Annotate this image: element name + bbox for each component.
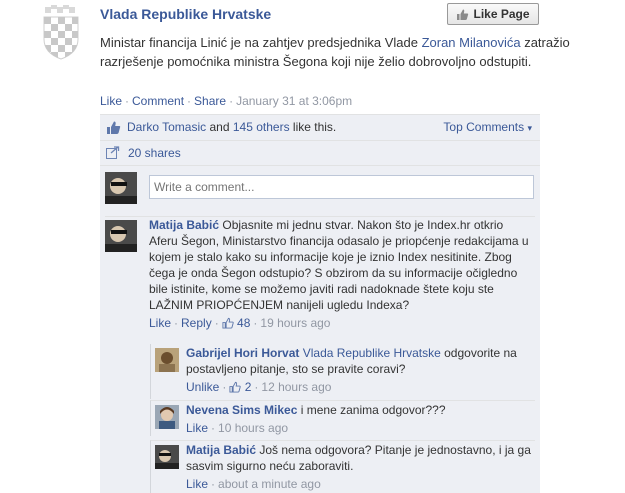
- post-text-part: Ministar financija Linić je na zahtjev p…: [100, 35, 422, 50]
- comment-meta: Like · about a minute ago: [186, 477, 321, 491]
- reply-item: Nevena Sims Mikec i mene zanima odgovor?…: [150, 400, 535, 436]
- shares-count: 20 shares: [128, 145, 181, 160]
- unlike-link[interactable]: Unlike: [186, 380, 219, 394]
- comment-link[interactable]: Comment: [132, 94, 184, 108]
- liker-link[interactable]: Darko Tomasic: [127, 120, 206, 134]
- feedback-panel: Darko Tomasic and 145 others like this. …: [100, 114, 540, 493]
- post-actions: Like · Comment · Share · January 31 at 3:06pm: [100, 94, 353, 108]
- others-link[interactable]: 145 others: [233, 120, 290, 134]
- comment-author-link[interactable]: Nevena Sims Mikec: [186, 403, 297, 417]
- comment-timestamp[interactable]: 12 hours ago: [261, 380, 331, 394]
- page-avatar-coat-of-arms[interactable]: [40, 5, 82, 61]
- write-comment-row: [100, 165, 540, 213]
- share-icon: [106, 146, 120, 159]
- likes-suffix: like this.: [292, 120, 337, 134]
- comment-like-link[interactable]: Like: [149, 316, 171, 330]
- top-comments-dropdown[interactable]: Top Comments ▾: [443, 120, 532, 134]
- like-page-label: Like Page: [473, 7, 530, 21]
- comment-like-link[interactable]: Like: [186, 477, 208, 491]
- top-comments-label: Top Comments: [443, 120, 525, 134]
- comment-body: Matija Babić Još nema odgovora? Pitanje …: [186, 442, 531, 492]
- reply-item: Gabrijel Hori Horvat Vlada Republike Hrv…: [150, 344, 535, 399]
- comment-meta: Like · Reply · 48 · 19 hours ago: [149, 316, 331, 330]
- comment-body: Gabrijel Hori Horvat Vlada Republike Hrv…: [186, 345, 531, 395]
- share-link[interactable]: Share: [194, 94, 226, 108]
- comment-input[interactable]: [149, 175, 534, 199]
- page-name-link[interactable]: Vlada Republike Hrvatske: [100, 6, 271, 22]
- avatar[interactable]: [155, 348, 179, 372]
- comment-timestamp[interactable]: 10 hours ago: [218, 421, 288, 435]
- comment-body: Nevena Sims Mikec i mene zanima odgovor?…: [186, 402, 531, 436]
- likes-summary: Darko Tomasic and 145 others like this. …: [100, 115, 540, 139]
- mention-link[interactable]: Vlada Republike Hrvatske: [303, 346, 441, 360]
- caret-down-icon: ▾: [527, 123, 532, 133]
- like-link[interactable]: Like: [100, 94, 122, 108]
- comment-text: Objasnite mi jednu stvar. Nakon što je I…: [149, 218, 529, 312]
- comment-author-link[interactable]: Gabrijel Hori Horvat: [186, 346, 299, 360]
- comment-author-link[interactable]: Matija Babić: [186, 443, 256, 457]
- comment-item: Matija Babić Objasnite mi jednu stvar. N…: [105, 216, 535, 344]
- likes-count-value: 2: [244, 380, 252, 394]
- thumbs-up-icon: [456, 8, 469, 21]
- avatar[interactable]: [105, 172, 137, 204]
- likes-text: Darko Tomasic and 145 others like this.: [127, 120, 336, 134]
- comment-likes-count[interactable]: 48: [222, 316, 251, 330]
- thumbs-up-icon: [222, 317, 234, 329]
- comment-body: Matija Babić Objasnite mi jednu stvar. N…: [149, 217, 534, 331]
- comment-meta: Like · 10 hours ago: [186, 421, 289, 435]
- thumbs-up-icon: [229, 381, 242, 393]
- post-timestamp[interactable]: January 31 at 3:06pm: [236, 94, 352, 108]
- comment-author-link[interactable]: Matija Babić: [149, 218, 219, 232]
- comment-like-link[interactable]: Like: [186, 421, 208, 435]
- avatar[interactable]: [105, 220, 137, 252]
- comment-meta: Unlike · 2 · 12 hours ago: [186, 380, 332, 394]
- comment-timestamp[interactable]: 19 hours ago: [260, 316, 330, 330]
- avatar[interactable]: [155, 445, 179, 469]
- thumbs-up-icon: [106, 120, 121, 135]
- reply-link[interactable]: Reply: [181, 316, 212, 330]
- comment-text: i mene zanima odgovor???: [300, 403, 446, 417]
- reply-item: Matija Babić Još nema odgovora? Pitanje …: [150, 440, 535, 493]
- like-page-button[interactable]: Like Page: [447, 3, 539, 25]
- comment-likes-count[interactable]: 2: [229, 380, 251, 394]
- shares-summary[interactable]: 20 shares: [100, 140, 540, 164]
- likes-count-value: 48: [237, 316, 251, 330]
- post-message: Ministar financija Linić je na zahtjev p…: [100, 33, 570, 71]
- avatar[interactable]: [155, 405, 179, 429]
- mention-link[interactable]: Zoran Milanovića: [422, 35, 521, 50]
- comment-timestamp[interactable]: about a minute ago: [218, 477, 321, 491]
- likes-and-text: and: [209, 120, 230, 134]
